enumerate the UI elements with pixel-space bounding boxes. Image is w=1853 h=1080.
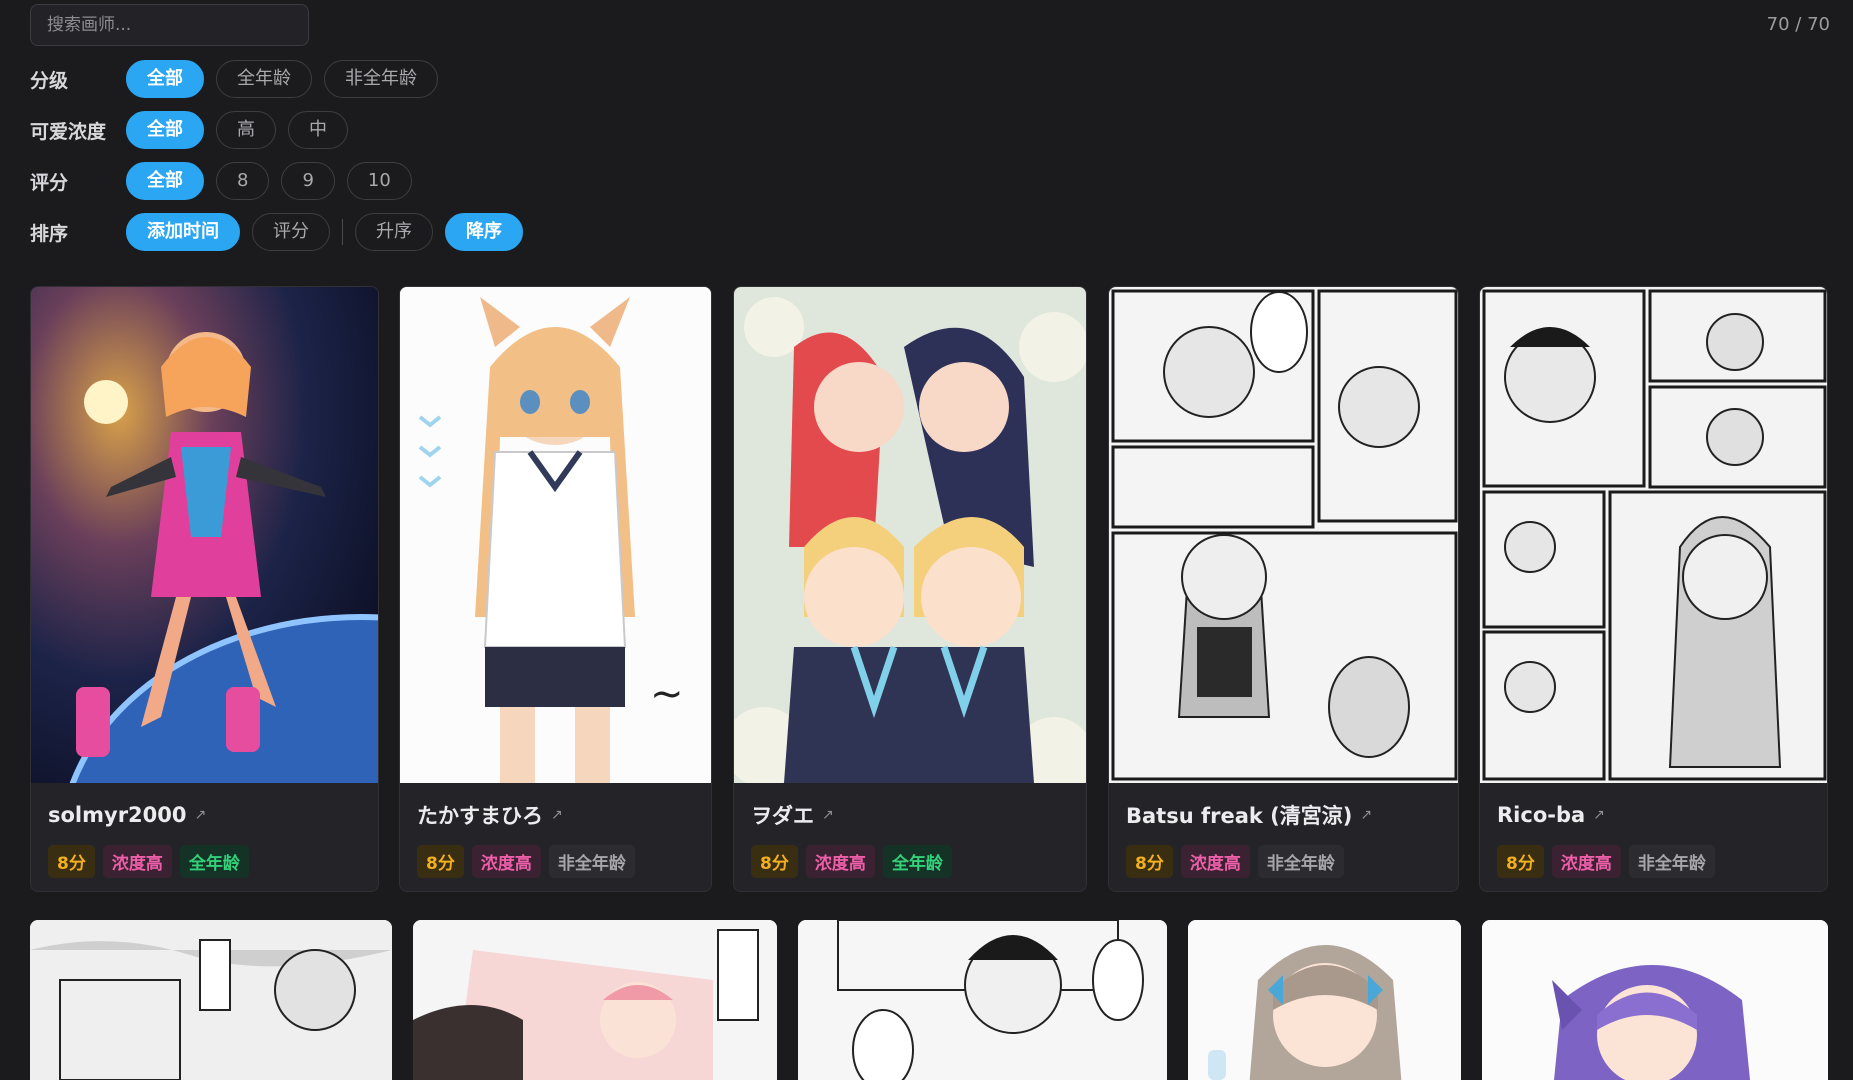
artist-artwork-thumbnail[interactable] <box>1480 287 1827 783</box>
artist-card-thumbnail[interactable] <box>30 920 392 1080</box>
artist-card[interactable]: Batsu freak (清宮涼) ↗ 8分 浓度高 非全年龄 <box>1108 286 1459 892</box>
chip-order-asc[interactable]: 升序 <box>355 213 433 251</box>
artist-card-thumbnail[interactable] <box>1188 920 1461 1080</box>
rating-badge: 非全年龄 <box>1257 845 1344 878</box>
chip-rating-all[interactable]: 全部 <box>126 60 204 98</box>
chip-cuteness-high[interactable]: 高 <box>216 111 276 149</box>
external-link-icon[interactable]: ↗ <box>551 807 563 823</box>
sort-divider <box>342 219 343 245</box>
svg-text:~: ~ <box>650 671 684 717</box>
external-link-icon[interactable]: ↗ <box>1360 807 1372 823</box>
rating-badge: 非全年龄 <box>548 845 635 878</box>
chip-score-all[interactable]: 全部 <box>126 162 204 200</box>
chip-score-10[interactable]: 10 <box>346 162 412 200</box>
chip-cuteness-all[interactable]: 全部 <box>126 111 204 149</box>
density-badge: 浓度高 <box>471 845 541 878</box>
artist-name[interactable]: ヲダエ <box>751 800 814 830</box>
external-link-icon[interactable]: ↗ <box>822 807 834 823</box>
rating-badge: 非全年龄 <box>1628 845 1715 878</box>
artist-card[interactable]: ~ たかすまひろ ↗ 8分 浓度高 非全年龄 <box>399 286 712 892</box>
artist-name[interactable]: Rico-ba <box>1497 803 1585 827</box>
artist-artwork-thumbnail[interactable] <box>1109 287 1458 783</box>
filter-row-sort: 排序 添加时间 评分 升序 降序 <box>30 213 535 251</box>
artist-name[interactable]: Batsu freak (清宮涼) <box>1126 800 1352 830</box>
filter-label-sort: 排序 <box>30 222 69 245</box>
filter-label-rating: 分级 <box>30 69 69 92</box>
density-badge: 浓度高 <box>805 845 875 878</box>
artist-card[interactable]: ヲダエ ↗ 8分 浓度高 全年龄 <box>733 286 1087 892</box>
search-input[interactable] <box>30 4 309 46</box>
artist-card-thumbnail[interactable] <box>1482 920 1828 1080</box>
chip-sort-added-time[interactable]: 添加时间 <box>126 213 240 251</box>
top-bar: 70 / 70 <box>30 4 1830 48</box>
filter-row-cuteness: 可爱浓度 全部 高 中 <box>30 111 535 149</box>
score-badge: 8分 <box>1126 845 1173 878</box>
chip-sort-score[interactable]: 评分 <box>252 213 330 251</box>
artist-artwork-thumbnail[interactable]: ~ <box>400 287 711 783</box>
score-badge: 8分 <box>751 845 798 878</box>
artist-artwork-thumbnail[interactable] <box>31 287 378 783</box>
chip-cuteness-medium[interactable]: 中 <box>288 111 348 149</box>
rating-badge: 全年龄 <box>882 845 952 878</box>
result-count: 70 / 70 <box>1766 14 1830 35</box>
artist-name[interactable]: たかすまひろ <box>417 800 543 830</box>
external-link-icon[interactable]: ↗ <box>195 807 207 823</box>
filter-panel: 分级 全部 全年龄 非全年龄 可爱浓度 全部 高 中 评分 全部 8 9 10 … <box>30 60 535 264</box>
artist-card[interactable]: solmyr2000 ↗ 8分 浓度高 全年龄 <box>30 286 379 892</box>
chip-rating-all-ages[interactable]: 全年龄 <box>216 60 312 98</box>
score-badge: 8分 <box>417 845 464 878</box>
artist-name[interactable]: solmyr2000 <box>48 803 187 827</box>
filter-label-cuteness: 可爱浓度 <box>30 120 107 143</box>
artist-card-thumbnail[interactable] <box>798 920 1167 1080</box>
chip-score-9[interactable]: 9 <box>281 162 335 200</box>
filter-row-rating: 分级 全部 全年龄 非全年龄 <box>30 60 535 98</box>
filter-row-score: 评分 全部 8 9 10 <box>30 162 535 200</box>
artist-artwork-thumbnail[interactable] <box>734 287 1086 783</box>
chip-score-8[interactable]: 8 <box>216 162 270 200</box>
artist-card-thumbnail[interactable] <box>413 920 777 1080</box>
chip-order-desc[interactable]: 降序 <box>445 213 523 251</box>
filter-label-score: 评分 <box>30 171 69 194</box>
density-badge: 浓度高 <box>1551 845 1621 878</box>
external-link-icon[interactable]: ↗ <box>1593 807 1605 823</box>
density-badge: 浓度高 <box>1180 845 1250 878</box>
artist-card[interactable]: Rico-ba ↗ 8分 浓度高 非全年龄 <box>1479 286 1828 892</box>
score-badge: 8分 <box>48 845 95 878</box>
score-badge: 8分 <box>1497 845 1544 878</box>
chip-rating-non-all-ages[interactable]: 非全年龄 <box>324 60 438 98</box>
rating-badge: 全年龄 <box>179 845 249 878</box>
density-badge: 浓度高 <box>102 845 172 878</box>
